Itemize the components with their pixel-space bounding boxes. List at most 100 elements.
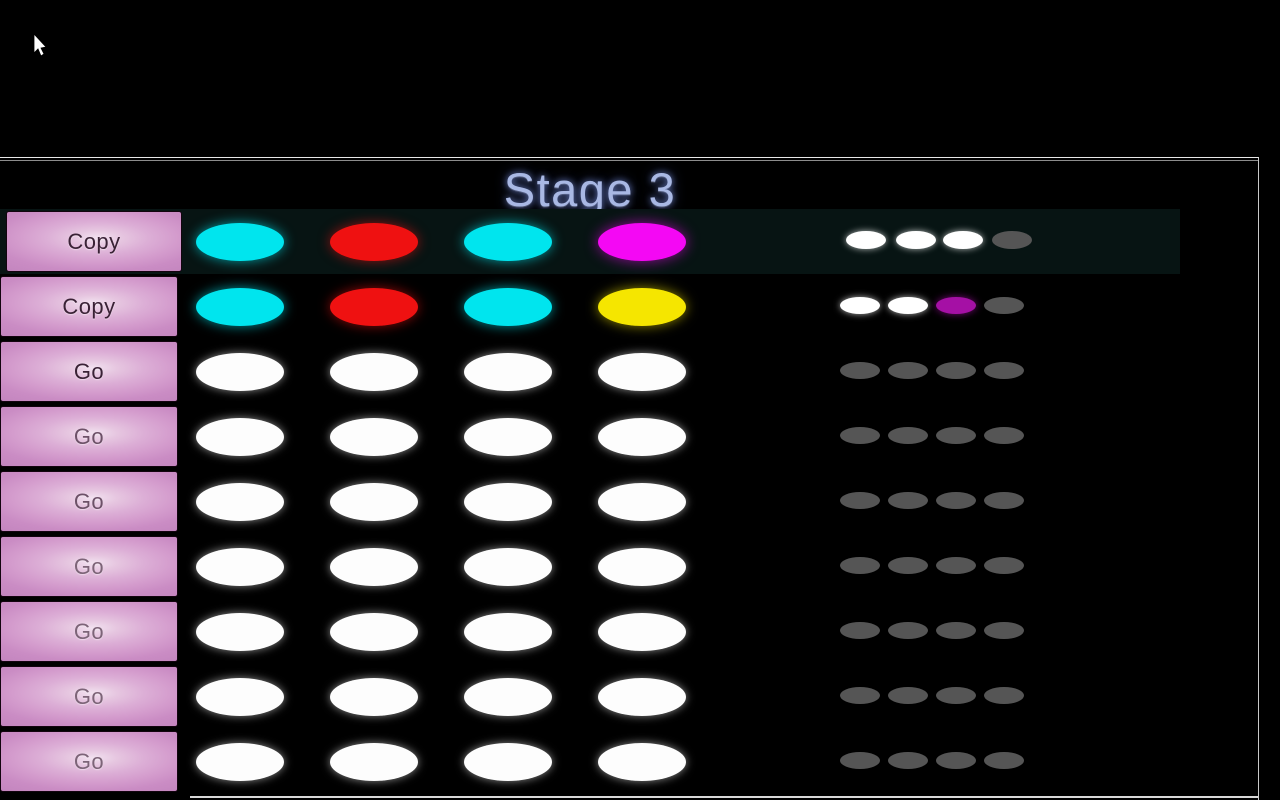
guess-peg-group <box>196 339 756 404</box>
guess-peg-1-3[interactable] <box>464 223 552 261</box>
guess-peg-8-4[interactable] <box>598 678 686 716</box>
feedback-peg-group <box>840 274 1050 339</box>
guess-row: Go <box>0 339 1258 404</box>
guess-peg-3-2[interactable] <box>330 353 418 391</box>
guess-peg-7-3[interactable] <box>464 613 552 651</box>
copy-button-row-1[interactable]: Copy <box>6 211 182 272</box>
guess-peg-9-2[interactable] <box>330 743 418 781</box>
feedback-peg-9-3 <box>936 752 976 769</box>
guess-row: Go <box>0 664 1258 729</box>
guess-peg-5-2[interactable] <box>330 483 418 521</box>
guess-peg-7-4[interactable] <box>598 613 686 651</box>
guess-peg-group <box>196 209 756 274</box>
go-button-row-8[interactable]: Go <box>0 666 178 727</box>
feedback-peg-5-2 <box>888 492 928 509</box>
guess-peg-6-2[interactable] <box>330 548 418 586</box>
guess-peg-3-3[interactable] <box>464 353 552 391</box>
feedback-peg-6-1 <box>840 557 880 574</box>
go-button-row-7[interactable]: Go <box>0 601 178 662</box>
game-window: Stage 3 Copy Copy Go Go Go Go Go Go Go <box>0 157 1259 800</box>
copy-button-row-2[interactable]: Copy <box>0 276 178 337</box>
guess-row: Go <box>0 534 1258 599</box>
guess-peg-5-4[interactable] <box>598 483 686 521</box>
feedback-peg-9-1 <box>840 752 880 769</box>
go-button-row-6[interactable]: Go <box>0 536 178 597</box>
guess-peg-4-2[interactable] <box>330 418 418 456</box>
guess-peg-1-2[interactable] <box>330 223 418 261</box>
guess-row: Go <box>0 469 1258 534</box>
guess-peg-8-2[interactable] <box>330 678 418 716</box>
feedback-peg-6-3 <box>936 557 976 574</box>
guess-peg-8-1[interactable] <box>196 678 284 716</box>
guess-row: Copy <box>0 209 1180 274</box>
guess-peg-3-4[interactable] <box>598 353 686 391</box>
guess-peg-group <box>196 274 756 339</box>
feedback-peg-9-4 <box>984 752 1024 769</box>
guess-peg-4-3[interactable] <box>464 418 552 456</box>
guess-peg-4-4[interactable] <box>598 418 686 456</box>
feedback-peg-9-2 <box>888 752 928 769</box>
feedback-peg-5-1 <box>840 492 880 509</box>
guess-peg-5-3[interactable] <box>464 483 552 521</box>
guess-peg-7-2[interactable] <box>330 613 418 651</box>
go-button-row-9[interactable]: Go <box>0 731 178 792</box>
guess-peg-1-1[interactable] <box>196 223 284 261</box>
feedback-peg-2-4 <box>984 297 1024 314</box>
guess-row: Go <box>0 729 1258 794</box>
feedback-peg-4-1 <box>840 427 880 444</box>
guess-peg-3-1[interactable] <box>196 353 284 391</box>
go-button-row-3[interactable]: Go <box>0 341 178 402</box>
guess-peg-6-4[interactable] <box>598 548 686 586</box>
feedback-peg-group <box>840 404 1050 469</box>
guess-peg-7-1[interactable] <box>196 613 284 651</box>
feedback-peg-5-4 <box>984 492 1024 509</box>
guess-peg-group <box>196 729 756 794</box>
feedback-peg-1-1 <box>846 231 886 249</box>
go-button-row-5[interactable]: Go <box>0 471 178 532</box>
feedback-peg-1-4 <box>992 231 1032 249</box>
guess-peg-8-3[interactable] <box>464 678 552 716</box>
guess-peg-9-4[interactable] <box>598 743 686 781</box>
feedback-peg-group <box>840 339 1050 404</box>
guess-peg-2-4[interactable] <box>598 288 686 326</box>
guess-peg-group <box>196 664 756 729</box>
guess-peg-group <box>196 469 756 534</box>
guess-peg-group <box>196 404 756 469</box>
guess-peg-2-1[interactable] <box>196 288 284 326</box>
guess-peg-5-1[interactable] <box>196 483 284 521</box>
guess-peg-group <box>196 534 756 599</box>
feedback-peg-group <box>840 599 1050 664</box>
guess-peg-4-1[interactable] <box>196 418 284 456</box>
mouse-pointer-icon <box>33 32 47 63</box>
bottom-divider <box>190 796 1258 798</box>
guess-peg-2-2[interactable] <box>330 288 418 326</box>
guess-row: Copy <box>0 274 1258 339</box>
guess-row: Go <box>0 404 1258 469</box>
guess-peg-1-4[interactable] <box>598 223 686 261</box>
guess-peg-9-3[interactable] <box>464 743 552 781</box>
guess-peg-9-1[interactable] <box>196 743 284 781</box>
feedback-peg-group <box>840 729 1050 794</box>
feedback-peg-8-3 <box>936 687 976 704</box>
guess-peg-6-1[interactable] <box>196 548 284 586</box>
feedback-peg-3-4 <box>984 362 1024 379</box>
guess-peg-group <box>196 599 756 664</box>
feedback-peg-3-2 <box>888 362 928 379</box>
guess-peg-6-3[interactable] <box>464 548 552 586</box>
game-screen: Stage 3 Copy Copy Go Go Go Go Go Go Go <box>0 0 1280 800</box>
guess-peg-2-3[interactable] <box>464 288 552 326</box>
feedback-peg-3-1 <box>840 362 880 379</box>
feedback-peg-group <box>840 534 1050 599</box>
feedback-peg-3-3 <box>936 362 976 379</box>
feedback-peg-group <box>840 469 1050 534</box>
feedback-peg-1-3 <box>943 231 983 249</box>
go-button-row-4[interactable]: Go <box>0 406 178 467</box>
feedback-peg-4-3 <box>936 427 976 444</box>
feedback-peg-group <box>840 664 1050 729</box>
feedback-peg-group <box>840 209 1050 274</box>
guess-board: Copy Copy Go Go Go Go Go Go Go <box>0 209 1258 794</box>
feedback-peg-8-1 <box>840 687 880 704</box>
feedback-peg-4-4 <box>984 427 1024 444</box>
feedback-peg-7-1 <box>840 622 880 639</box>
feedback-peg-2-1 <box>840 297 880 314</box>
